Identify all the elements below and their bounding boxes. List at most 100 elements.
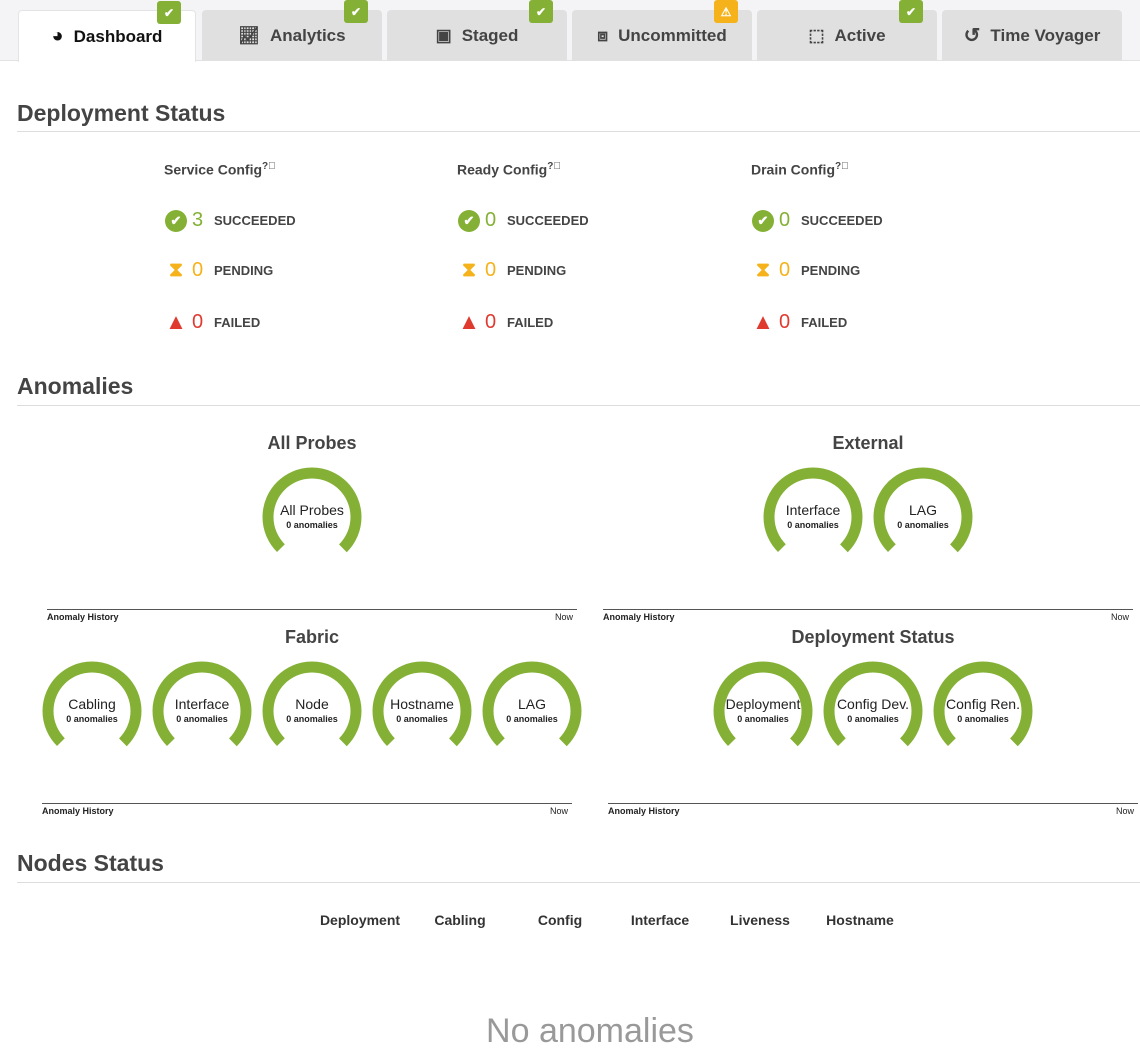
status-failed: ▲ 0 FAILED [165,309,261,334]
gauge-label: Cabling [68,696,116,712]
nodes-column-header[interactable]: Interface [631,912,689,928]
section-title: Anomalies [17,373,134,399]
divider [17,882,1140,883]
anomaly-gauge[interactable]: Cabling 0 anomalies [42,661,142,761]
help-icon[interactable]: ?⃝ [835,161,849,172]
config-column-title: Drain Config?⃝ [751,161,849,178]
ok-badge-icon: ✔ [529,0,553,23]
anomaly-gauge[interactable]: Config Ren. 0 anomalies [933,661,1033,761]
gauge-label: Interface [785,502,841,518]
probe-panel-title: External [832,433,904,453]
gauge-label: Config Dev. [836,696,910,712]
gauge-count: 0 anomalies [847,714,899,724]
status-failed: ▲ 0 FAILED [458,309,554,334]
tab-dashboard[interactable]: ◕ Dashboard ✔ [18,1,196,62]
anomaly-history-axis [47,609,577,610]
anomaly-history-label: Anomaly History [608,806,680,816]
now-label: Now [1116,806,1135,816]
probe-panel-title: Fabric [284,627,340,647]
gauge-count: 0 anomalies [286,520,338,530]
status-pending: ⧗ 0 PENDING [164,259,273,282]
anomaly-history-axis [603,609,1133,610]
gauge-label: Hostname [390,696,454,712]
tab-analytics[interactable]: 📈︎ Analytics ✔ [202,0,382,61]
anomaly-history-label: Anomaly History [603,612,675,622]
nodes-column-header[interactable]: Hostname [826,912,894,928]
no-anomalies-message: No anomalies [486,1012,694,1050]
gauge-label: LAG [908,502,937,518]
nodes-column-header[interactable]: Liveness [730,912,790,928]
tab-uncommitted[interactable]: ⧈ Uncommitted ⚠ [572,0,752,61]
gauge-count: 0 anomalies [66,714,118,724]
check-circle-icon: ✔ [751,209,775,232]
gauge-count: 0 anomalies [396,714,448,724]
hourglass-icon: ⧗ [461,259,477,281]
probe-panel-title: All Probes [267,433,357,453]
help-icon[interactable]: ?⃝ [547,161,561,172]
anomaly-gauge[interactable]: Config Dev. 0 anomalies [823,661,923,761]
chart-line-icon: 📈︎ [238,25,260,45]
gauge-count: 0 anomalies [957,714,1009,724]
anomaly-gauge[interactable]: Interface 0 anomalies [152,661,252,761]
gauge-label: All Probes [280,502,344,518]
probe-panel-title: Deployment Status [791,627,955,647]
tab-time-voyager[interactable]: ↺ Time Voyager [942,10,1122,61]
warning-triangle-icon: ▲ [165,309,187,334]
status-pending: ⧗ 0 PENDING [457,259,566,282]
hourglass-icon: ⧗ [755,259,771,281]
nodes-column-header[interactable]: Config [538,912,582,928]
cubes-icon: ⧈ [597,25,609,45]
anomaly-history-axis [42,803,572,804]
status-succeeded: ✔ 0 SUCCEEDED [457,209,589,232]
gauge-count: 0 anomalies [897,520,949,530]
config-column-title: Ready Config?⃝ [457,161,561,178]
help-icon[interactable]: ?⃝ [262,161,276,172]
anomaly-history-axis [608,803,1138,804]
divider [17,131,1140,132]
gauge-label: Node [295,696,329,712]
section-title: Nodes Status [17,850,164,876]
tab-staged[interactable]: ▣ Staged ✔ [387,0,567,61]
gauge-count: 0 anomalies [506,714,558,724]
warning-triangle-icon: ▲ [752,309,774,334]
nodes-column-header[interactable]: Deployment [320,912,400,928]
active-cube-icon: ⬚ [808,25,825,45]
gauge-count: 0 anomalies [176,714,228,724]
staged-box-icon: ▣ [435,25,452,45]
anomaly-gauge[interactable]: Deployment 0 anomalies [713,661,813,761]
status-succeeded: ✔ 0 SUCCEEDED [751,209,883,232]
divider [17,405,1140,406]
gauge-count: 0 anomalies [787,520,839,530]
now-label: Now [550,806,569,816]
ok-badge-icon: ✔ [157,1,181,24]
ok-badge-icon: ✔ [344,0,368,23]
anomaly-gauge[interactable]: All Probes 0 anomalies [262,467,362,567]
anomaly-history-label: Anomaly History [47,612,119,622]
status-pending: ⧗ 0 PENDING [751,259,860,282]
anomaly-gauge[interactable]: Hostname 0 anomalies [372,661,472,761]
gauge-label: LAG [517,696,546,712]
tab-active[interactable]: ⬚ Active ✔ [757,0,937,61]
hourglass-icon: ⧗ [168,259,184,281]
anomaly-gauge[interactable]: Interface 0 anomalies [763,467,863,567]
tab-bar: ◕ Dashboard ✔ 📈︎ Analytics ✔ ▣ Staged ✔ … [0,0,1140,62]
ok-badge-icon: ✔ [899,0,923,23]
dashboard-gauge-icon: ◕ [51,25,64,47]
check-circle-icon: ✔ [164,209,188,232]
anomaly-gauge[interactable]: Node 0 anomalies [262,661,362,761]
anomaly-history-label: Anomaly History [42,806,114,816]
check-circle-icon: ✔ [457,209,481,232]
status-succeeded: ✔ 3 SUCCEEDED [164,209,296,232]
gauge-label: Interface [174,696,230,712]
section-title: Deployment Status [17,100,226,126]
config-column-title: Service Config?⃝ [164,161,276,178]
gauge-label: Config Ren. [946,696,1020,712]
gauge-label: Deployment [725,696,801,712]
gauge-count: 0 anomalies [286,714,338,724]
status-failed: ▲ 0 FAILED [752,309,848,334]
nodes-column-header[interactable]: Cabling [434,912,485,928]
now-label: Now [555,612,574,622]
anomaly-gauge[interactable]: LAG 0 anomalies [873,467,973,567]
anomaly-gauge[interactable]: LAG 0 anomalies [482,661,582,761]
now-label: Now [1111,612,1130,622]
